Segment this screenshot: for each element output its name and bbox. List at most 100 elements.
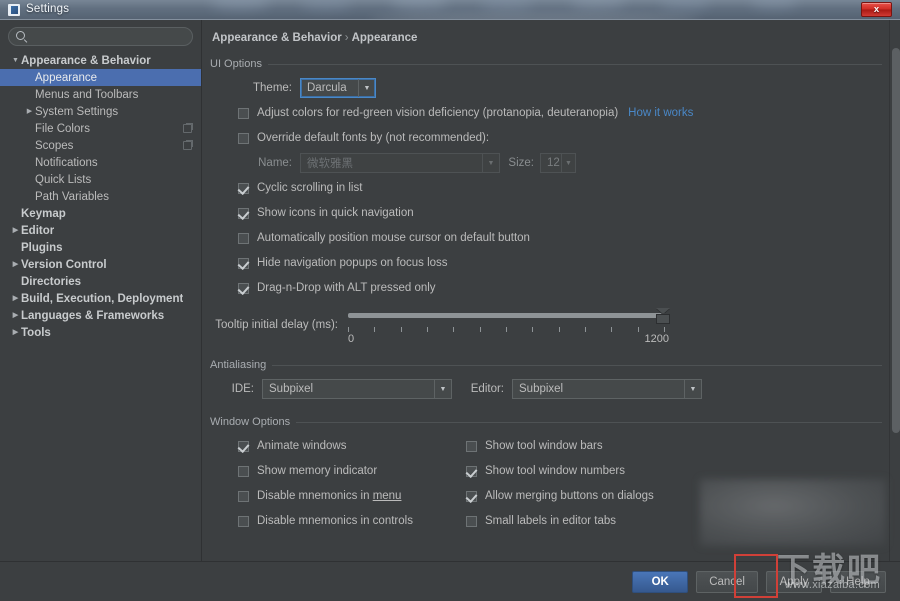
sidebar-item-directories[interactable]: Directories — [0, 273, 201, 290]
window-option-left-3-row: Disable mnemonics in controls — [238, 510, 466, 532]
sidebar-item-appearance[interactable]: Appearance — [0, 69, 201, 86]
breadcrumb-root[interactable]: Appearance & Behavior — [212, 32, 342, 44]
chevron-right-icon[interactable]: ▶ — [24, 103, 35, 120]
sidebar-item-build-execution-deployment[interactable]: ▶Build, Execution, Deployment — [0, 290, 201, 307]
window-options-title: Window Options — [210, 416, 290, 428]
breadcrumb-leaf: Appearance — [352, 32, 418, 44]
theme-label: Theme: — [210, 82, 292, 94]
override-fonts-checkbox[interactable] — [238, 133, 249, 144]
slider-tick — [401, 327, 402, 332]
font-name-select[interactable]: 微软雅黑 ▼ — [300, 153, 500, 173]
adjust-colors-checkbox[interactable] — [238, 108, 249, 119]
slider-tick — [585, 327, 586, 332]
window-option-left-0-checkbox[interactable] — [238, 441, 249, 452]
ui-option-2-label: Automatically position mouse cursor on d… — [257, 232, 530, 244]
close-icon[interactable]: x — [861, 2, 892, 17]
sidebar-item-appearance-behavior[interactable]: ▼Appearance & Behavior — [0, 52, 201, 69]
chevron-right-icon[interactable]: ▶ — [10, 290, 21, 307]
search-input[interactable] — [31, 28, 184, 45]
ui-option-2-checkbox[interactable] — [238, 233, 249, 244]
sidebar-item-label: Notifications — [35, 157, 98, 169]
sidebar-item-tools[interactable]: ▶Tools — [0, 324, 201, 341]
editor-antialias-select[interactable]: Subpixel ▼ — [512, 379, 702, 399]
sidebar-item-label: Directories — [21, 276, 81, 288]
sidebar-item-notifications[interactable]: Notifications — [0, 154, 201, 171]
pane-scrollbar[interactable] — [889, 20, 900, 561]
sidebar-item-plugins[interactable]: Plugins — [0, 239, 201, 256]
sidebar-item-label: Version Control — [21, 259, 107, 271]
sidebar-item-system-settings[interactable]: ▶System Settings — [0, 103, 201, 120]
ui-option-0-checkbox[interactable] — [238, 183, 249, 194]
ok-button[interactable]: OK — [632, 571, 688, 593]
ui-option-4-checkbox[interactable] — [238, 283, 249, 294]
cancel-button[interactable]: Cancel — [696, 571, 758, 593]
window-option-left-1-checkbox[interactable] — [238, 466, 249, 477]
window-option-right-2-label: Allow merging buttons on dialogs — [485, 490, 654, 502]
antialiasing-row: IDE: Subpixel ▼ Editor: Subpixel ▼ — [210, 378, 882, 400]
window-option-right-2-checkbox[interactable] — [466, 491, 477, 502]
dialog-content: ▼Appearance & BehaviorAppearanceMenus an… — [0, 20, 900, 561]
chevron-down-icon[interactable]: ▼ — [482, 154, 499, 172]
sidebar-item-quick-lists[interactable]: Quick Lists — [0, 171, 201, 188]
window-options-left-column: Animate windowsShow memory indicatorDisa… — [238, 435, 466, 535]
sidebar-item-menus-and-toolbars[interactable]: Menus and Toolbars — [0, 86, 201, 103]
window-option-right-3-checkbox[interactable] — [466, 516, 477, 527]
chevron-right-icon[interactable]: ▶ — [10, 256, 21, 273]
ui-option-3-checkbox[interactable] — [238, 258, 249, 269]
slider-max-label: 1200 — [645, 333, 669, 345]
font-size-stepper[interactable]: 12 ▼ — [540, 153, 576, 173]
chevron-right-icon[interactable]: ▶ — [10, 324, 21, 341]
sidebar-item-version-control[interactable]: ▶Version Control — [0, 256, 201, 273]
window-option-left-2-row: Disable mnemonics in menu — [238, 485, 466, 507]
slider-tick — [611, 327, 612, 332]
font-name-label: Name: — [210, 157, 292, 169]
chevron-right-icon[interactable]: ▶ — [10, 222, 21, 239]
chevron-down-icon[interactable]: ▼ — [10, 52, 21, 69]
adjust-colors-row: Adjust colors for red-green vision defic… — [210, 102, 882, 124]
chevron-down-icon[interactable]: ▼ — [561, 154, 575, 172]
chevron-down-icon[interactable]: ▼ — [434, 380, 451, 398]
ui-options-title: UI Options — [210, 58, 262, 70]
ui-option-1-checkbox[interactable] — [238, 208, 249, 219]
sidebar-item-keymap[interactable]: Keymap — [0, 205, 201, 222]
editor-antialias-label: Editor: — [452, 383, 504, 395]
search-field[interactable] — [8, 27, 193, 46]
settings-tree[interactable]: ▼Appearance & BehaviorAppearanceMenus an… — [0, 50, 201, 561]
help-button[interactable]: Help — [830, 571, 886, 593]
title-bar: Settings x — [0, 0, 900, 20]
chevron-down-icon[interactable]: ▼ — [358, 79, 375, 97]
sidebar-item-scopes[interactable]: Scopes — [0, 137, 201, 154]
theme-select[interactable]: Darcula ▼ — [300, 78, 376, 98]
divider — [296, 422, 882, 423]
sidebar-item-label: Scopes — [35, 140, 73, 152]
antialiasing-group: Antialiasing IDE: Subpixel ▼ Editor: S — [210, 359, 882, 400]
scrollbar-thumb[interactable] — [892, 48, 900, 433]
settings-window: Settings x ▼Appearance & BehaviorAppeara… — [0, 0, 900, 601]
chevron-down-icon[interactable]: ▼ — [684, 380, 701, 398]
settings-pane-inner: Appearance & Behavior›Appearance UI Opti… — [202, 20, 900, 561]
sidebar-item-languages-frameworks[interactable]: ▶Languages & Frameworks — [0, 307, 201, 324]
window-option-left-3-checkbox[interactable] — [238, 516, 249, 527]
adjust-colors-label: Adjust colors for red-green vision defic… — [257, 107, 618, 119]
how-it-works-link[interactable]: How it works — [628, 107, 693, 119]
tooltip-delay-label: Tooltip initial delay (ms): — [210, 305, 338, 331]
ide-antialias-select[interactable]: Subpixel ▼ — [262, 379, 452, 399]
sidebar-item-label: Languages & Frameworks — [21, 310, 164, 322]
window-option-left-2-checkbox[interactable] — [238, 491, 249, 502]
sidebar-item-path-variables[interactable]: Path Variables — [0, 188, 201, 205]
font-size-value: 12 — [541, 157, 561, 169]
window-option-right-0-checkbox[interactable] — [466, 441, 477, 452]
sidebar-item-editor[interactable]: ▶Editor — [0, 222, 201, 239]
slider-track[interactable] — [348, 313, 665, 318]
chevron-right-icon[interactable]: ▶ — [10, 307, 21, 324]
copy-settings-icon[interactable] — [183, 124, 192, 133]
copy-settings-icon[interactable] — [183, 141, 192, 150]
window-option-right-0-label: Show tool window bars — [485, 440, 603, 452]
antialiasing-title: Antialiasing — [210, 359, 266, 371]
slider-ticks — [348, 327, 665, 333]
apply-button[interactable]: Apply — [766, 571, 822, 593]
window-option-right-1-checkbox[interactable] — [466, 466, 477, 477]
slider-thumb[interactable] — [656, 308, 670, 324]
sidebar-item-file-colors[interactable]: File Colors — [0, 120, 201, 137]
window-option-left-1-label: Show memory indicator — [257, 465, 377, 477]
